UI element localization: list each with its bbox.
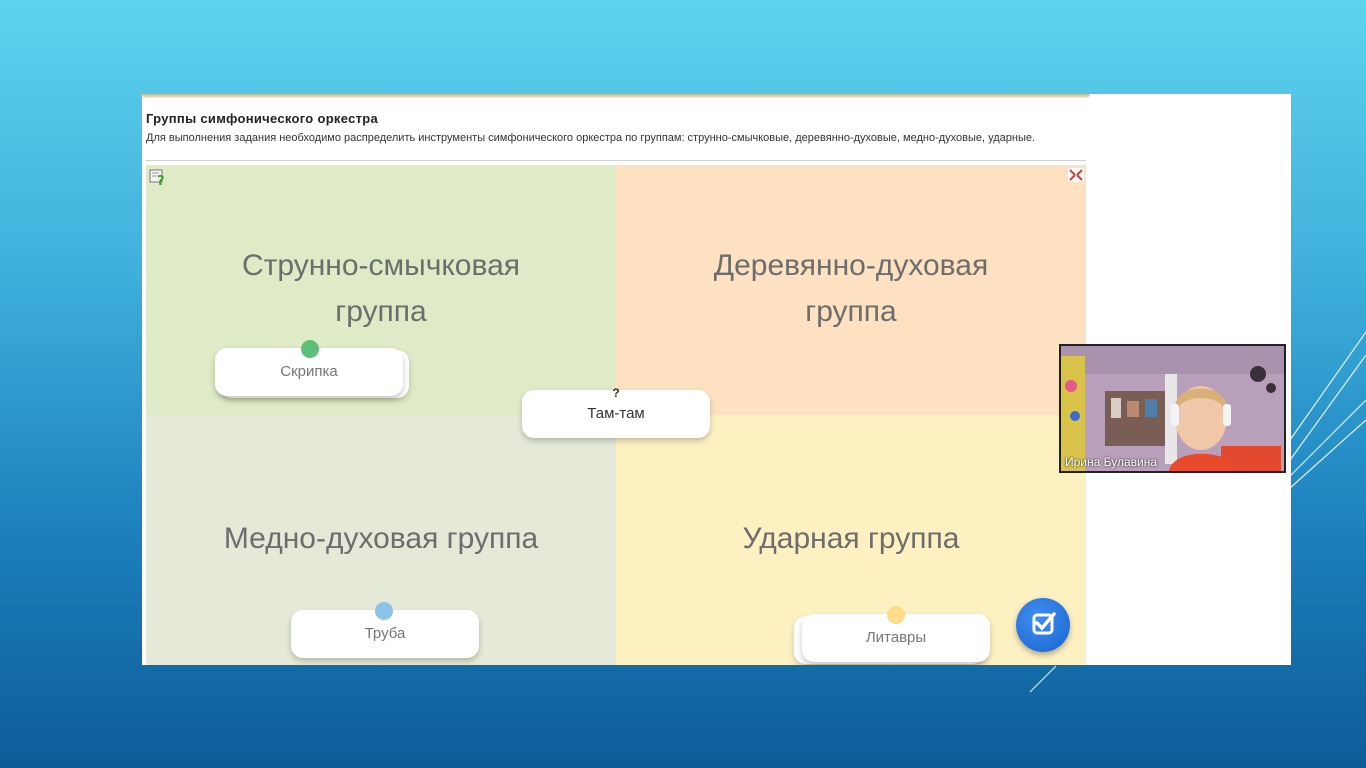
check-icon	[1032, 612, 1056, 635]
header-strip	[142, 94, 1090, 98]
help-icon[interactable]: ?	[149, 168, 167, 186]
card-dot	[301, 340, 319, 358]
task-description: Для выполнения задания необходимо распре…	[146, 132, 1036, 144]
task-title: Группы симфонического оркестра	[146, 111, 379, 126]
card-dot	[375, 602, 393, 620]
card-trumpet[interactable]: Труба	[291, 602, 479, 658]
card-timpani[interactable]: Литавры	[802, 606, 990, 662]
check-answer-button[interactable]	[1016, 598, 1070, 652]
card-tamtam[interactable]: ? Там-там	[522, 386, 710, 438]
card-dot	[887, 606, 905, 624]
group-title-woodwind: Деревянно-духовая группа	[713, 249, 989, 328]
unsorted-mark: ?	[612, 386, 620, 400]
card-violin[interactable]: Скрипка	[215, 340, 403, 396]
svg-text:?: ?	[157, 174, 165, 186]
group-title-percussion: Ударная группа	[742, 522, 960, 555]
drop-zone-woodwind[interactable]: Деревянно-духовая группа	[616, 165, 1086, 415]
group-title-brass: Медно-духовая группа	[223, 522, 539, 555]
webcam-video[interactable]: Ирина Булавина	[1059, 344, 1286, 473]
divider	[146, 160, 1086, 161]
fullscreen-toggle-icon[interactable]	[1068, 168, 1084, 182]
webcam-scene	[1061, 346, 1284, 471]
participant-name: Ирина Булавина	[1065, 455, 1158, 469]
sorting-board: Струнно-смычковая группа Деревянно-духов…	[146, 165, 1086, 665]
group-title-strings: Струнно-смычковая группа	[241, 249, 521, 328]
